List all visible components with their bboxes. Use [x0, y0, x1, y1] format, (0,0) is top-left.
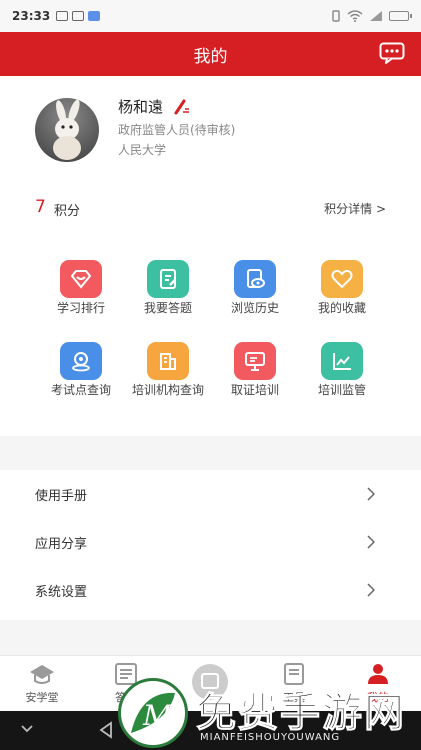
- tile-my-favorites[interactable]: 我的收藏: [296, 260, 388, 316]
- watermark-logo-letter: M: [142, 699, 173, 732]
- tile-browse-history[interactable]: 浏览历史: [209, 260, 301, 316]
- hide-keyboard-icon[interactable]: [20, 723, 34, 735]
- tab-home[interactable]: 安学堂: [0, 656, 84, 712]
- profile-card[interactable]: 杨和遠 政府监管人员(待审核) 人民大学: [0, 76, 421, 178]
- menu-item-label: 使用手册: [35, 488, 88, 504]
- menu-item-label: 应用分享: [35, 536, 88, 552]
- menu-item-label: 系统设置: [35, 584, 88, 600]
- location-pin-icon: [60, 342, 102, 380]
- menu-item-app-share[interactable]: 应用分享: [0, 518, 421, 566]
- app-notification-icon: [88, 11, 101, 21]
- back-icon[interactable]: [98, 721, 114, 739]
- tile-label: 浏览历史: [230, 301, 279, 315]
- line-chart-icon: [321, 342, 363, 380]
- message-icon[interactable]: [379, 42, 405, 64]
- notification-icon: [56, 11, 69, 21]
- tile-label: 我要答题: [143, 301, 192, 315]
- points-value: 7: [35, 197, 46, 217]
- tile-answer-questions[interactable]: 我要答题: [122, 260, 214, 316]
- menu-item-system-settings[interactable]: 系统设置: [0, 566, 421, 614]
- edit-document-icon: [147, 260, 189, 298]
- page-title: 我的: [193, 46, 228, 67]
- user-school: 人民大学: [118, 143, 167, 157]
- tile-training-supervision[interactable]: 培训监管: [296, 342, 388, 398]
- user-role: 政府监管人员(待审核): [118, 123, 236, 137]
- points-row: 7 积分 积分详情 >: [0, 178, 421, 238]
- wifi-icon: [347, 10, 363, 22]
- graduation-cap-icon: [30, 665, 54, 684]
- tile-certificate-training[interactable]: 取证培训: [209, 342, 301, 398]
- tile-study-ranking[interactable]: 学习排行: [35, 260, 127, 316]
- vibrate-icon: [332, 10, 340, 22]
- tile-label: 培训机构查询: [131, 383, 204, 397]
- site-watermark: M 免费手游网 MIANFEISHOUYOUWANG: [118, 674, 421, 750]
- status-bar: 23:33: [0, 0, 421, 32]
- edit-icon[interactable]: [173, 99, 191, 115]
- heart-icon: [321, 260, 363, 298]
- watermark-logo: M: [118, 678, 188, 748]
- clock: 23:33: [12, 9, 51, 23]
- points-detail-link[interactable]: 积分详情 >: [324, 200, 386, 217]
- heart-diamond-icon: [60, 260, 102, 298]
- top-bar: 我的: [0, 32, 421, 76]
- settings-menu: 使用手册 应用分享 系统设置: [0, 470, 421, 620]
- building-icon: [147, 342, 189, 380]
- tab-label: 安学堂: [25, 691, 59, 704]
- menu-item-user-manual[interactable]: 使用手册: [0, 470, 421, 518]
- function-grid: 学习排行 我要答题 浏览历史 我的收藏 考试点查询 培训机构查询 取证培训 培训…: [0, 238, 421, 436]
- tile-label: 学习排行: [56, 301, 105, 315]
- signal-icon: [370, 11, 382, 21]
- battery-icon: [389, 11, 412, 21]
- leaf-logo-icon: M: [131, 692, 175, 733]
- chevron-right-icon: [367, 583, 375, 597]
- watermark-title: 免费手游网: [196, 689, 406, 737]
- avatar[interactable]: [35, 98, 99, 162]
- tile-label: 我的收藏: [317, 301, 366, 315]
- chevron-right-icon: [367, 487, 375, 501]
- presentation-icon: [234, 342, 276, 380]
- tile-label: 取证培训: [230, 383, 279, 397]
- tile-training-org-query[interactable]: 培训机构查询: [122, 342, 214, 398]
- points-unit: 积分: [54, 204, 81, 219]
- tile-exam-site-query[interactable]: 考试点查询: [35, 342, 127, 398]
- tile-label: 培训监管: [317, 383, 366, 397]
- view-document-icon: [234, 260, 276, 298]
- rabbit-avatar-icon: [53, 99, 81, 160]
- chevron-right-icon: [367, 535, 375, 549]
- user-name: 杨和遠: [118, 98, 164, 116]
- watermark-subtitle: MIANFEISHOUYOUWANG: [200, 732, 341, 743]
- tile-label: 考试点查询: [50, 383, 111, 397]
- image-icon: [72, 11, 85, 21]
